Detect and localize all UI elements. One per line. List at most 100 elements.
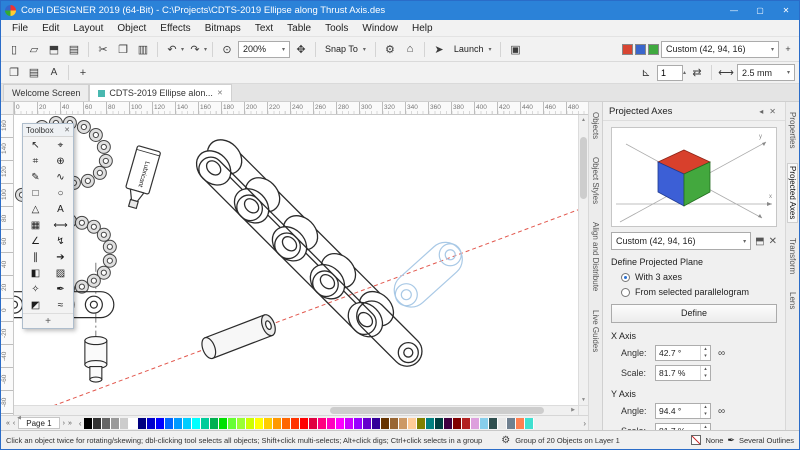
color-swatch[interactable] <box>408 418 417 429</box>
axis-angle-input[interactable]: 94.4 ° ▴▾ <box>655 403 711 419</box>
color-swatch[interactable] <box>390 418 399 429</box>
undo-icon[interactable]: ↶ <box>163 40 181 58</box>
horizontal-ruler[interactable]: 0204060801001201401601802002202402602803… <box>14 102 588 115</box>
dock-tab[interactable]: Align and Distribute <box>591 220 600 293</box>
home-icon[interactable]: ⌂ <box>401 40 419 58</box>
rectangle-tool[interactable]: □ <box>23 185 48 201</box>
dock-tab[interactable]: Lens <box>788 290 797 311</box>
pin-docker-icon[interactable]: ◂ <box>756 107 766 116</box>
palette-scroll-right-icon[interactable]: › <box>581 419 588 428</box>
text-tool[interactable]: A <box>48 201 73 217</box>
smart-drawing-tool[interactable]: ≈ <box>48 297 73 313</box>
color-swatch[interactable] <box>264 418 273 429</box>
spin-up-icon[interactable]: ▴ <box>683 69 686 76</box>
pick-tool[interactable]: ↖ <box>23 137 48 153</box>
color-swatch[interactable] <box>318 418 327 429</box>
parallel-line-tool[interactable]: ∥ <box>23 249 48 265</box>
color-swatch[interactable] <box>228 418 237 429</box>
outline-pen-tool[interactable]: ✒ <box>48 281 73 297</box>
spinner-arrows[interactable]: ▴▾ <box>700 366 710 380</box>
document-tab[interactable]: Welcome Screen ✕ <box>3 84 89 101</box>
crop-tool[interactable]: ⌗ <box>23 153 48 169</box>
color-swatch[interactable] <box>399 418 408 429</box>
projection-top-view-icon[interactable] <box>622 44 633 55</box>
gear-icon[interactable]: ⚙ <box>501 435 510 446</box>
open-icon[interactable]: ▱ <box>25 40 43 58</box>
spinner-arrows[interactable]: ▴▾ <box>700 346 710 360</box>
fill-none-icon[interactable] <box>691 435 701 445</box>
color-swatch[interactable] <box>93 418 102 429</box>
color-swatch[interactable] <box>354 418 363 429</box>
new-document-icon[interactable]: ▯ <box>5 40 23 58</box>
dock-tab[interactable]: Projected Axes <box>788 164 797 221</box>
color-swatch[interactable] <box>435 418 444 429</box>
menu-item[interactable]: Object <box>110 20 153 37</box>
color-swatch[interactable] <box>111 418 120 429</box>
color-swatch[interactable] <box>282 418 291 429</box>
paste-icon[interactable]: ▥ <box>134 40 152 58</box>
copy-icon[interactable]: ❐ <box>114 40 132 58</box>
interactive-fill-tool[interactable]: ◩ <box>23 297 48 313</box>
guidelines-icon[interactable]: ▤ <box>25 64 43 82</box>
color-swatch[interactable] <box>381 418 390 429</box>
undo-dropdown-icon[interactable]: ▾ <box>181 46 184 53</box>
color-swatch[interactable] <box>327 418 336 429</box>
dock-tab[interactable]: Transform <box>788 236 797 276</box>
connector-tool[interactable]: ↯ <box>48 233 73 249</box>
color-swatch[interactable] <box>507 418 516 429</box>
color-swatch[interactable] <box>444 418 453 429</box>
zoom-icon[interactable]: ⊙ <box>218 40 236 58</box>
color-swatch[interactable] <box>129 418 138 429</box>
color-swatch[interactable] <box>201 418 210 429</box>
launch-rocket-icon[interactable]: ➤ <box>430 40 448 58</box>
projection-front-view-icon[interactable] <box>635 44 646 55</box>
page-layout-icon[interactable]: ❐ <box>5 64 23 82</box>
color-swatch[interactable] <box>300 418 309 429</box>
eyedropper-tool[interactable]: ✧ <box>23 281 48 297</box>
color-swatch[interactable] <box>426 418 435 429</box>
menu-item[interactable]: Table <box>280 20 318 37</box>
dock-tab[interactable]: Objects <box>591 110 600 141</box>
color-swatch[interactable] <box>291 418 300 429</box>
color-swatch[interactable] <box>489 418 498 429</box>
scroll-up-icon[interactable]: ▲ <box>579 115 588 125</box>
shape-tool[interactable]: ⌖ <box>48 137 73 153</box>
next-page-icon[interactable]: › <box>63 420 65 427</box>
menu-item[interactable]: Tools <box>318 20 355 37</box>
binoculars-icon[interactable]: ∞ <box>718 348 725 359</box>
menu-item[interactable]: Window <box>355 20 405 37</box>
axis-angle-input[interactable]: 42.7 ° ▴▾ <box>655 345 711 361</box>
angular-dimension-tool[interactable]: ∠ <box>23 233 48 249</box>
with-3-axes-option[interactable]: With 3 axes <box>611 272 777 282</box>
close-docker-icon[interactable]: ✕ <box>766 107 779 116</box>
delete-preset-icon[interactable]: ✕ <box>769 236 777 247</box>
welcome-screen-icon[interactable]: ▣ <box>506 40 524 58</box>
color-swatch[interactable] <box>417 418 426 429</box>
outline-width-icon[interactable]: ⟷ <box>717 64 735 82</box>
pan-icon[interactable]: ✥ <box>292 40 310 58</box>
document-tab[interactable]: CDTS-2019 Ellipse alon... ✕ <box>89 84 231 101</box>
arrow-shape-tool[interactable]: ➔ <box>48 249 73 265</box>
projection-iso-view-icon[interactable] <box>648 44 659 55</box>
horizontal-scroll-thumb[interactable] <box>330 407 544 414</box>
docker-preset-combo[interactable]: Custom (42, 94, 16) ▾ <box>611 232 751 250</box>
color-swatch[interactable] <box>183 418 192 429</box>
add-object-icon[interactable]: + <box>74 64 92 82</box>
bezier-tool[interactable]: ∿ <box>48 169 73 185</box>
color-swatch[interactable] <box>462 418 471 429</box>
dock-tab[interactable]: Live Guides <box>591 308 600 354</box>
drawing-canvas[interactable]: Lubricant <box>14 115 578 405</box>
radio-icon[interactable] <box>621 288 630 297</box>
palette-scroll-left-icon[interactable]: ‹ <box>77 419 84 428</box>
color-swatch[interactable] <box>138 418 147 429</box>
print-icon[interactable]: ▤ <box>65 40 83 58</box>
menu-item[interactable]: Layout <box>66 20 110 37</box>
color-swatch[interactable] <box>210 418 219 429</box>
color-swatch[interactable] <box>174 418 183 429</box>
zoom-level-combo[interactable]: 200% ▾ <box>238 41 290 58</box>
close-button[interactable]: ✕ <box>773 1 799 20</box>
cut-icon[interactable]: ✂ <box>94 40 112 58</box>
color-swatch[interactable] <box>336 418 345 429</box>
dock-tab[interactable]: Object Styles <box>591 155 600 206</box>
angle-constraint-icon[interactable]: ⊾ <box>637 64 655 82</box>
